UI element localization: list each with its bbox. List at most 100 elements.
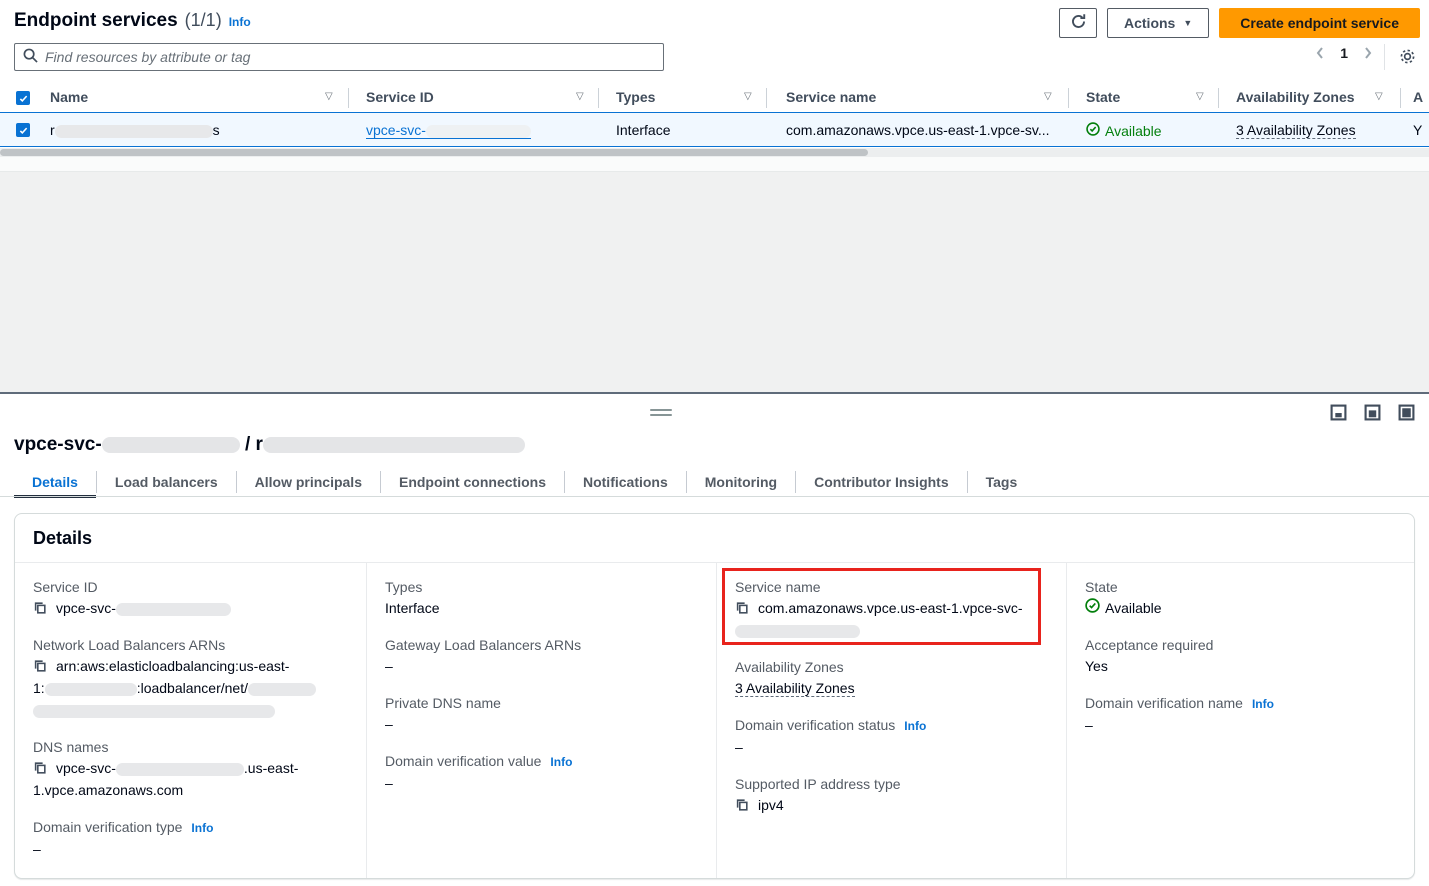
- column-header-types[interactable]: Types: [616, 89, 655, 105]
- preferences-gear-icon[interactable]: [1398, 47, 1417, 69]
- resource-filter[interactable]: [14, 43, 664, 71]
- divider: [1068, 88, 1069, 108]
- tab-details[interactable]: Details: [14, 467, 96, 497]
- column-header-service-name[interactable]: Service name: [786, 89, 876, 105]
- service-name-cell: com.amazonaws.vpce.us-east-1.vpce-sv...: [786, 122, 1050, 138]
- result-count: (1/1): [185, 10, 222, 31]
- redacted-text: [102, 437, 240, 453]
- info-link[interactable]: Info: [191, 821, 213, 835]
- redacted-text: [735, 625, 860, 638]
- panel-drag-handle-icon[interactable]: [650, 409, 672, 419]
- table-header: Name ▽ Service ID ▽ Types ▽ Service name…: [0, 84, 1429, 112]
- refresh-button[interactable]: [1059, 8, 1097, 38]
- check-circle-icon: [1085, 597, 1100, 619]
- pagination: 1: [1314, 45, 1374, 61]
- tab-contributor-insights[interactable]: Contributor Insights: [796, 467, 967, 497]
- check-circle-icon: [1086, 122, 1100, 139]
- tab-allow-principals[interactable]: Allow principals: [237, 467, 380, 497]
- details-column-4: State Available Acceptance required Yes …: [1067, 563, 1414, 878]
- details-column-3: Service name com.amazonaws.vpce.us-east-…: [717, 563, 1067, 878]
- page-header: Endpoint services (1/1) Info: [14, 10, 251, 32]
- details-card: Details Service ID vpce-svc- Network Loa…: [14, 513, 1415, 879]
- field-nlb-arns: Network Load Balancers ARNs arn:aws:elas…: [33, 635, 352, 721]
- redacted-text: [33, 705, 275, 718]
- details-column-1: Service ID vpce-svc- Network Load Balanc…: [15, 563, 367, 878]
- tab-bar: Details Load balancers Allow principals …: [14, 467, 1035, 497]
- search-icon: [23, 48, 38, 66]
- divider: [1218, 88, 1219, 108]
- redacted-text: [116, 603, 231, 616]
- availability-zones-popover-link[interactable]: 3 Availability Zones: [735, 680, 855, 697]
- info-link[interactable]: Info: [1252, 697, 1274, 711]
- copy-icon[interactable]: [33, 762, 47, 778]
- field-availability-zones: Availability Zones 3 Availability Zones: [735, 657, 1052, 699]
- field-types: Types Interface: [385, 577, 702, 619]
- redacted-text: [426, 125, 531, 138]
- field-domain-verification-value: Domain verification valueInfo –: [385, 751, 702, 794]
- card-title: Details: [33, 528, 92, 549]
- info-link[interactable]: Info: [550, 755, 572, 769]
- scrollbar-thumb[interactable]: [0, 149, 868, 156]
- table-footer-strip: [0, 157, 1429, 172]
- divider: [0, 496, 1429, 497]
- tab-notifications[interactable]: Notifications: [565, 467, 686, 497]
- actions-label: Actions: [1124, 15, 1175, 31]
- field-domain-verification-status: Domain verification statusInfo –: [735, 715, 1052, 758]
- sort-icon[interactable]: ▽: [1196, 91, 1204, 102]
- divider: [598, 88, 599, 108]
- column-header-partial[interactable]: A: [1413, 89, 1423, 105]
- table-row[interactable]: rs vpce-svc- Interface com.amazonaws.vpc…: [0, 112, 1429, 147]
- divider: [348, 88, 349, 108]
- field-glb-arns: Gateway Load Balancers ARNs –: [385, 635, 702, 677]
- panel-size-small-icon[interactable]: [1330, 404, 1347, 421]
- field-supported-ip: Supported IP address type ipv4: [735, 774, 1052, 816]
- sort-icon[interactable]: ▽: [576, 91, 584, 102]
- sort-icon[interactable]: ▽: [744, 91, 752, 102]
- field-service-id: Service ID vpce-svc-: [33, 577, 352, 619]
- previous-page-icon[interactable]: [1314, 46, 1326, 60]
- tab-monitoring[interactable]: Monitoring: [687, 467, 795, 497]
- copy-icon[interactable]: [735, 799, 749, 815]
- column-header-state[interactable]: State: [1086, 89, 1120, 105]
- column-header-service-id[interactable]: Service ID: [366, 89, 434, 105]
- field-acceptance-required: Acceptance required Yes: [1085, 635, 1400, 677]
- column-header-availability-zones[interactable]: Availability Zones: [1236, 89, 1355, 105]
- divider: [766, 88, 767, 108]
- field-service-name: Service name com.amazonaws.vpce.us-east-…: [735, 577, 1052, 641]
- content-background: [0, 172, 1429, 392]
- split-panel: vpce-svc- / r Details Load balancers All…: [0, 392, 1429, 886]
- sort-icon[interactable]: ▽: [325, 91, 333, 102]
- copy-icon[interactable]: [33, 602, 47, 618]
- tab-tags[interactable]: Tags: [968, 467, 1036, 497]
- panel-size-medium-icon[interactable]: [1364, 404, 1381, 421]
- redacted-text: [55, 125, 213, 138]
- actions-button[interactable]: Actions ▼: [1107, 8, 1209, 38]
- panel-size-large-icon[interactable]: [1398, 404, 1415, 421]
- row-checkbox[interactable]: [16, 123, 30, 137]
- chevron-down-icon: ▼: [1183, 18, 1192, 28]
- search-input[interactable]: [45, 49, 655, 65]
- info-link[interactable]: Info: [904, 719, 926, 733]
- sort-icon[interactable]: ▽: [1375, 91, 1383, 102]
- tab-load-balancers[interactable]: Load balancers: [97, 467, 236, 497]
- state-cell: Available: [1086, 122, 1162, 139]
- tab-endpoint-connections[interactable]: Endpoint connections: [381, 467, 564, 497]
- details-column-2: Types Interface Gateway Load Balancers A…: [367, 563, 717, 878]
- current-page[interactable]: 1: [1340, 45, 1348, 61]
- field-domain-verification-name: Domain verification nameInfo –: [1085, 693, 1400, 736]
- next-page-icon[interactable]: [1362, 46, 1374, 60]
- refresh-icon: [1070, 13, 1087, 33]
- redacted-text: [45, 683, 137, 696]
- create-endpoint-service-button[interactable]: Create endpoint service: [1219, 8, 1420, 38]
- column-header-name[interactable]: Name: [50, 89, 88, 105]
- sort-icon[interactable]: ▽: [1044, 91, 1052, 102]
- types-cell: Interface: [616, 122, 670, 138]
- availability-zones-popover-link[interactable]: 3 Availability Zones: [1236, 122, 1356, 139]
- select-all-checkbox[interactable]: [16, 91, 30, 105]
- copy-icon[interactable]: [735, 602, 749, 618]
- horizontal-scrollbar[interactable]: [0, 148, 1429, 157]
- copy-icon[interactable]: [33, 660, 47, 676]
- title-info-link[interactable]: Info: [229, 15, 251, 29]
- endpoint-name-cell: rs: [50, 122, 220, 138]
- service-id-link[interactable]: vpce-svc-: [366, 122, 531, 139]
